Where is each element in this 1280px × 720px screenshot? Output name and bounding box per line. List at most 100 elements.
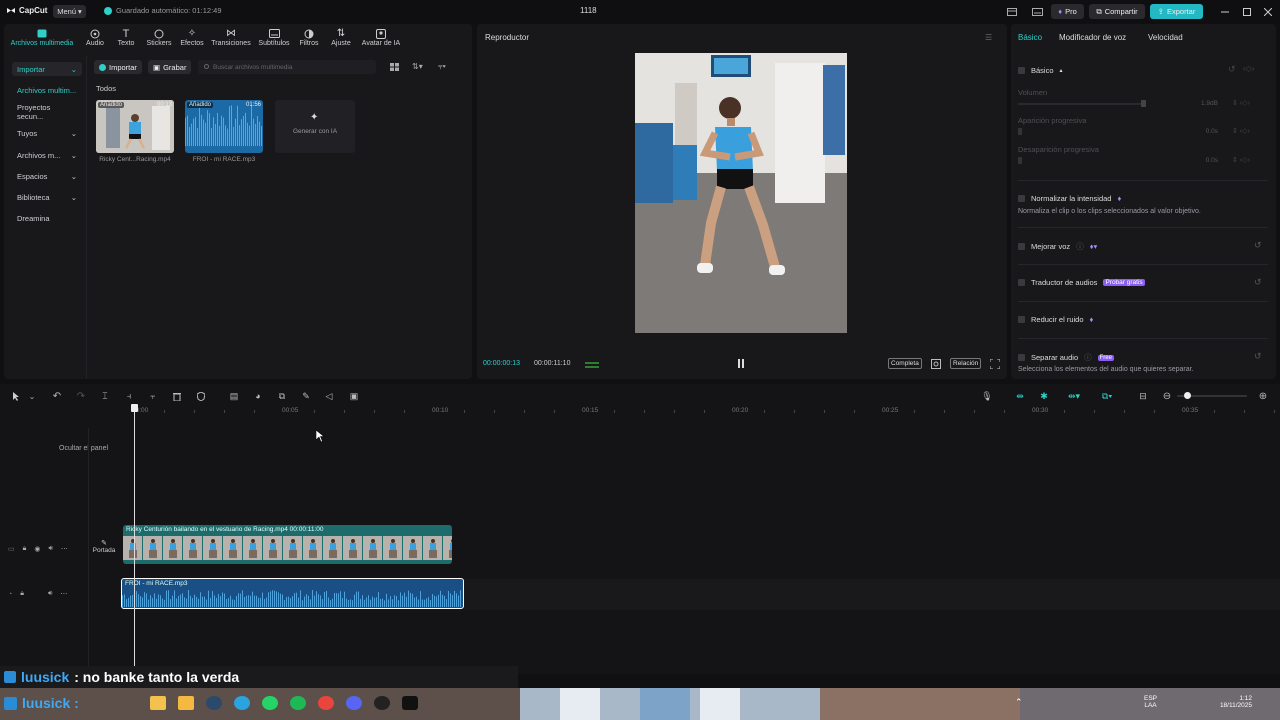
playhead-handle[interactable]: [131, 404, 138, 412]
share-button[interactable]: ⧉ Compartir: [1089, 4, 1145, 19]
pro-button[interactable]: ♦ Pro: [1051, 4, 1084, 19]
snap-icon[interactable]: ⧉▾: [1095, 390, 1119, 402]
microphone-icon[interactable]: 🎙︎: [981, 390, 993, 402]
tab-transitions[interactable]: ⋈ Transiciones: [210, 27, 252, 47]
zoom-slider-handle[interactable]: [1184, 392, 1191, 399]
video-preview[interactable]: [635, 53, 847, 333]
tab-filters[interactable]: Filtros: [298, 27, 320, 47]
color-icon[interactable]: ◕: [252, 390, 264, 402]
media-item-video[interactable]: Añadido 00:13: [96, 100, 174, 153]
tab-adjust[interactable]: ⇅ Ajuste: [329, 27, 353, 47]
cover-button[interactable]: ✎ Portada: [91, 539, 117, 554]
aspect-ratio-button[interactable]: Relación: [950, 358, 982, 369]
audio-split-icon[interactable]: ◁: [323, 390, 335, 402]
sidebar-item-dreamina[interactable]: Dreamina: [12, 211, 82, 225]
tab-media[interactable]: Archivos multimedia: [8, 27, 76, 47]
checkbox[interactable]: [1018, 279, 1025, 286]
tab-stickers[interactable]: Stickers: [145, 27, 173, 47]
sidebar-item-library[interactable]: Biblioteca ⌄: [12, 190, 82, 204]
crop-icon[interactable]: ⧉: [276, 390, 288, 402]
basic-section-header[interactable]: Básico ▴: [1018, 66, 1063, 75]
sort-icon[interactable]: ⇅▾: [412, 62, 423, 71]
redo-icon[interactable]: ↷: [75, 390, 87, 402]
tray-chevron-icon[interactable]: ⌃: [1015, 697, 1023, 708]
screenshot-icon[interactable]: [931, 359, 941, 369]
hide-panel-label[interactable]: Ocultar el panel: [59, 445, 108, 452]
reduce-noise-row[interactable]: Reducir el ruido ♦: [1018, 315, 1093, 324]
tab-audio[interactable]: Audio: [84, 27, 106, 47]
undo-icon[interactable]: ↶: [51, 390, 63, 402]
volume-value[interactable]: 1.9dB: [1190, 100, 1218, 110]
preview-axis-icon[interactable]: ⇹▾: [1062, 390, 1086, 402]
more-icon[interactable]: ⋯: [60, 590, 67, 598]
tab-voice-changer[interactable]: Modificador de voz: [1059, 33, 1126, 42]
chevron-down-icon[interactable]: ⌄: [26, 390, 38, 402]
split-right-icon[interactable]: ⫟: [147, 390, 159, 402]
export-button[interactable]: ⇪ Exportar: [1150, 4, 1203, 19]
fade-in-value[interactable]: 0.0s: [1190, 128, 1218, 138]
whatsapp-icon[interactable]: [262, 696, 278, 710]
freeze-icon[interactable]: ▤: [228, 390, 240, 402]
captions-icon[interactable]: ⊟: [1137, 390, 1149, 402]
magnet-icon[interactable]: ✱: [1038, 390, 1050, 402]
ai-generate-card[interactable]: ✦ Generar con IA: [275, 100, 355, 153]
select-tool-icon[interactable]: [10, 390, 22, 402]
fade-out-slider-handle[interactable]: [1018, 157, 1022, 164]
sidebar-item-projects[interactable]: Proyectos secun...: [12, 103, 82, 121]
tab-basic[interactable]: Básico: [1018, 33, 1042, 42]
discord-icon[interactable]: [346, 696, 362, 710]
normalize-row[interactable]: Normalizar la intensidad ♦: [1018, 194, 1121, 203]
delete-icon[interactable]: [171, 390, 183, 402]
full-quality-button[interactable]: Completa: [888, 358, 922, 369]
fade-in-slider-handle[interactable]: [1018, 128, 1022, 135]
track-icon[interactable]: ▭: [8, 545, 15, 553]
language-indicator[interactable]: ESP LAA: [1144, 695, 1157, 709]
stepper-icon[interactable]: ⇕ ‹◇›: [1232, 156, 1250, 164]
tab-subtitles[interactable]: Subtítulos: [256, 27, 292, 47]
enhance-voice-row[interactable]: Mejorar voz ⓘ ♦▾: [1018, 241, 1097, 252]
sidebar-item-import[interactable]: Importar ⌄: [12, 62, 82, 76]
ai-edit-icon[interactable]: ✎: [300, 390, 312, 402]
tab-speed[interactable]: Velocidad: [1148, 33, 1183, 42]
playhead[interactable]: [134, 406, 135, 672]
menu-button[interactable]: Menú ▾: [53, 5, 86, 18]
import-button[interactable]: Importar: [94, 60, 142, 74]
shield-icon[interactable]: [195, 390, 207, 402]
caption-icon[interactable]: ▣: [348, 390, 360, 402]
filter-icon[interactable]: ⫧▾: [438, 62, 446, 72]
maximize-icon[interactable]: [1241, 4, 1253, 19]
checkbox[interactable]: [1018, 316, 1025, 323]
lock-icon[interactable]: 🔒︎: [23, 545, 27, 553]
lock-icon[interactable]: 🔒︎: [20, 590, 24, 598]
clock[interactable]: 1:12 18/11/2025: [1208, 695, 1252, 709]
media-item-audio[interactable]: Añadido 01:56: [185, 100, 263, 153]
volume-slider-handle[interactable]: [1141, 100, 1146, 107]
keyframe-nav-icon[interactable]: ‹◇›: [1243, 64, 1254, 73]
link-clips-icon[interactable]: ⇹: [1014, 390, 1026, 402]
eye-icon[interactable]: ◉: [34, 545, 40, 553]
reset-icon[interactable]: ↺: [1254, 240, 1262, 251]
stepper-icon[interactable]: ⇕ ‹◇›: [1232, 127, 1250, 135]
explorer-icon[interactable]: [150, 696, 166, 710]
obs-icon[interactable]: [374, 696, 390, 710]
sidebar-item-media-files[interactable]: Archivos multim...: [12, 83, 82, 97]
split-icon[interactable]: ⌶: [99, 390, 111, 402]
sidebar-item-yours[interactable]: Tuyos ⌄: [12, 126, 82, 140]
grid-view-icon[interactable]: [390, 63, 399, 71]
fade-out-value[interactable]: 0.0s: [1190, 157, 1218, 167]
menu-icon[interactable]: ☰: [985, 33, 992, 42]
split-left-icon[interactable]: ⫞: [123, 390, 135, 402]
stepper-icon[interactable]: ⇕ ‹◇›: [1232, 99, 1250, 107]
checkbox[interactable]: [1018, 354, 1025, 361]
reset-icon[interactable]: ↺: [1254, 351, 1262, 362]
pause-icon[interactable]: [737, 359, 745, 368]
capcut-icon[interactable]: [402, 696, 418, 710]
speaker-icon[interactable]: 🔊︎: [48, 590, 52, 598]
volume-slider[interactable]: [1018, 103, 1143, 105]
search-input[interactable]: Buscar archivos multimedia: [198, 60, 376, 74]
shortcuts-icon[interactable]: [1031, 4, 1043, 19]
more-icon[interactable]: ⋯: [61, 545, 68, 553]
tab-ai-avatar[interactable]: Avatar de IA: [359, 27, 403, 47]
audio-translator-row[interactable]: Traductor de audios Probar gratis: [1018, 278, 1145, 287]
close-icon[interactable]: [1262, 4, 1274, 19]
